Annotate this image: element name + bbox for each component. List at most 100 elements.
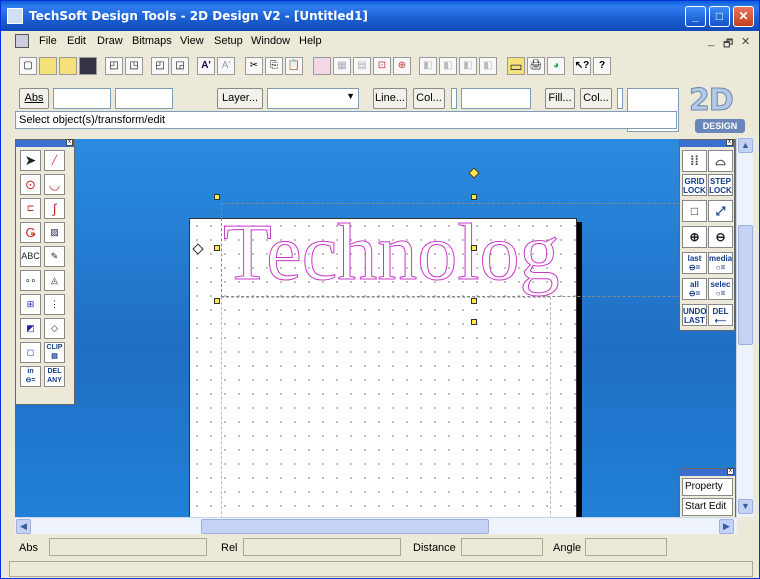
scroll-up-icon[interactable]: ▲ xyxy=(738,138,753,153)
palette-icon[interactable]: ◕ xyxy=(547,57,565,75)
tangent-icon[interactable]: ◬ xyxy=(44,270,65,291)
menu-draw[interactable]: Draw xyxy=(97,35,123,47)
document-icon[interactable] xyxy=(15,34,29,48)
resize-handle[interactable] xyxy=(471,245,477,251)
step-lock-button[interactable]: STEP LOCK xyxy=(708,174,733,196)
print-preview-icon[interactable]: ◰ xyxy=(105,57,123,75)
save-icon[interactable] xyxy=(79,57,97,75)
palette-title-bar[interactable]: x xyxy=(680,139,734,147)
paste-icon[interactable]: 📋 xyxy=(285,57,303,75)
close-icon[interactable]: x xyxy=(66,139,73,146)
mdi-minimize-button[interactable]: _ xyxy=(708,35,714,47)
palette-title-bar[interactable]: x xyxy=(680,468,735,476)
print-icon[interactable]: 🖨 xyxy=(527,57,545,75)
property-button[interactable]: Property xyxy=(682,478,733,496)
polygon-icon[interactable]: ◻ xyxy=(20,342,41,363)
horizontal-scroll-thumb[interactable] xyxy=(201,519,489,534)
circle-icon[interactable]: ⊙ xyxy=(20,174,41,195)
layer3-icon[interactable]: ◧ xyxy=(459,57,477,75)
zoom-media-button[interactable]: media ○= xyxy=(708,252,733,274)
help-icon[interactable]: ? xyxy=(593,57,611,75)
move-icon[interactable]: ⊡ xyxy=(373,57,391,75)
close-icon[interactable]: x xyxy=(727,468,734,475)
grid-lock-button[interactable]: GRID LOCK xyxy=(682,174,707,196)
scroll-right-icon[interactable]: ▶ xyxy=(719,519,734,534)
dimension-icon[interactable]: ∘∘ xyxy=(20,270,41,291)
start-edit-button[interactable]: Start Edit xyxy=(682,498,733,516)
delete-button[interactable]: DEL ⟵ xyxy=(708,304,733,326)
zoom-selection-button[interactable]: selec ○= xyxy=(708,278,733,300)
open-template-icon[interactable] xyxy=(59,57,77,75)
group-icon[interactable]: ◰ xyxy=(151,57,169,75)
close-button[interactable]: ✕ xyxy=(733,6,754,27)
x-coordinate-input[interactable] xyxy=(53,88,111,109)
offset-icon[interactable]: Ǥ xyxy=(20,222,41,243)
resize-handle[interactable] xyxy=(471,298,477,304)
scroll-left-icon[interactable]: ◀ xyxy=(16,519,31,534)
ungroup-icon[interactable]: ◲ xyxy=(171,57,189,75)
mdi-close-button[interactable]: ✕ xyxy=(741,35,750,48)
erase-icon[interactable]: ◇ xyxy=(44,318,65,339)
del-any-icon[interactable]: DEL ANY xyxy=(44,366,65,387)
snap-icon[interactable] xyxy=(313,57,331,75)
rectangle-icon[interactable]: ▭ xyxy=(507,57,525,75)
horizontal-scrollbar[interactable]: ◀ ▶ xyxy=(15,517,737,534)
help-pointer-icon[interactable]: ↖? xyxy=(573,57,591,75)
y-coordinate-input[interactable] xyxy=(115,88,173,109)
abs-button[interactable]: Abs xyxy=(19,88,49,109)
select-icon[interactable]: ➤ xyxy=(20,150,41,171)
line-style-input[interactable] xyxy=(461,88,531,109)
resize-handle[interactable] xyxy=(214,245,220,251)
zoom-out-icon[interactable]: ⊖ xyxy=(708,226,733,248)
resize-handle[interactable] xyxy=(471,194,477,200)
layer2-icon[interactable]: ◧ xyxy=(439,57,457,75)
move-handle[interactable] xyxy=(471,319,477,325)
line-button[interactable]: Line... xyxy=(373,88,407,109)
text-icon[interactable]: A' xyxy=(197,57,215,75)
menu-edit[interactable]: Edit xyxy=(67,35,86,47)
group-icon[interactable]: ⊞ xyxy=(20,294,41,315)
cut-icon[interactable]: ✂ xyxy=(245,57,263,75)
minimize-button[interactable]: _ xyxy=(685,6,706,27)
menu-setup[interactable]: Setup xyxy=(214,35,243,47)
zoom-last-button[interactable]: last ⊖= xyxy=(682,252,707,274)
scroll-down-icon[interactable]: ▼ xyxy=(738,499,753,514)
clip-icon[interactable]: CLIP ▤ xyxy=(44,342,65,363)
zoom-all-button[interactable]: all ⊖= xyxy=(682,278,707,300)
layer4-icon[interactable]: ◧ xyxy=(479,57,497,75)
menu-file[interactable]: File xyxy=(39,35,57,47)
resize-handle[interactable] xyxy=(214,194,220,200)
rectangle-icon[interactable]: ⊏ xyxy=(20,198,41,219)
line-color-button[interactable]: Col... xyxy=(413,88,445,109)
fill-color-button[interactable]: Col... xyxy=(580,88,612,109)
fill-button[interactable]: Fill... xyxy=(545,88,575,109)
menu-window[interactable]: Window xyxy=(251,35,290,47)
in-icon[interactable]: in ⊖= xyxy=(20,366,41,387)
vertical-scroll-thumb[interactable] xyxy=(738,225,753,345)
maximize-button[interactable]: □ xyxy=(709,6,730,27)
close-icon[interactable]: x xyxy=(726,139,733,146)
layer1-icon[interactable]: ◧ xyxy=(419,57,437,75)
copy-icon[interactable]: ⎘ xyxy=(265,57,283,75)
drawing-canvas[interactable]: Technolog xyxy=(15,139,736,517)
line-icon[interactable]: ╱ xyxy=(44,150,65,171)
arc-icon[interactable]: ◡ xyxy=(44,174,65,195)
menu-view[interactable]: View xyxy=(180,35,204,47)
text-edit-icon[interactable]: ✎ xyxy=(44,246,65,267)
text-edit-icon[interactable]: A' xyxy=(217,57,235,75)
edit-points-icon[interactable]: ⋮ xyxy=(44,294,65,315)
vertical-scrollbar[interactable]: ▲ ▼ xyxy=(736,137,753,517)
zoom-in-icon[interactable]: ⊕ xyxy=(682,226,707,248)
layer-select[interactable]: ▼ xyxy=(267,88,359,109)
text-icon[interactable]: ABC xyxy=(20,246,41,267)
grid-icon[interactable]: ▦ xyxy=(333,57,351,75)
layer-button[interactable]: Layer... xyxy=(217,88,263,109)
fill-tool-icon[interactable]: ⌓ xyxy=(708,150,733,172)
resize-handle[interactable] xyxy=(214,298,220,304)
window-icon[interactable]: □ xyxy=(682,200,707,222)
new-icon[interactable]: ▢ xyxy=(19,57,37,75)
copy-format-icon[interactable]: ◳ xyxy=(125,57,143,75)
technology-text[interactable]: Technolog xyxy=(223,209,561,298)
hatch-icon[interactable]: ▨ xyxy=(44,222,65,243)
rotate-icon[interactable]: ⊕ xyxy=(393,57,411,75)
